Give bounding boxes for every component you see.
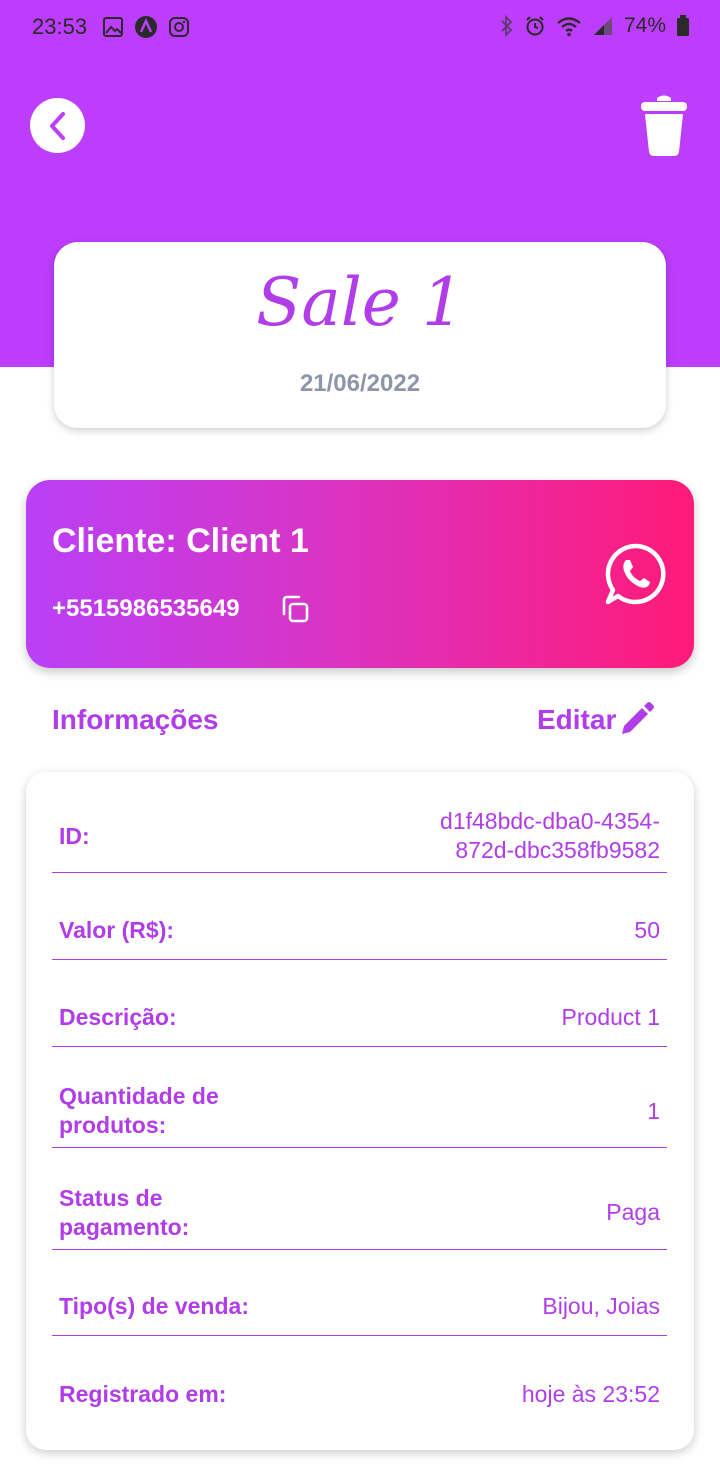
status-bar: 23:53 74% [0,0,720,56]
client-phone: +5515986535649 [52,595,240,622]
trash-icon [641,95,687,156]
info-value: Paga [606,1199,660,1225]
status-time: 23:53 [32,14,88,39]
info-row-quantidade: Quantidade de produtos: 1 [52,1047,667,1148]
pencil-icon [622,702,655,734]
sale-title: Sale 1 [256,264,464,341]
instagram-icon [169,17,189,37]
battery-percent: 74% [623,14,666,37]
bluetooth-icon [501,15,513,37]
info-value: 1 [647,1098,660,1124]
info-row-status: Status de pagamento: Paga [52,1148,667,1250]
delete-button[interactable] [640,94,688,158]
info-value: Bijou, Joias [542,1293,660,1319]
info-label: Quantidade de produtos: [59,1083,219,1138]
info-label: Descrição: [59,1004,177,1030]
sale-title-card: Sale 1 21/06/2022 [54,242,666,428]
info-label: Valor (R$): [59,917,175,943]
signal-icon [593,17,612,35]
wifi-icon [557,17,581,37]
whatsapp-icon[interactable] [604,542,668,606]
info-label: Registrado em: [59,1381,227,1407]
info-row-registrado: Registrado em: hoje às 23:52 [52,1336,667,1426]
info-row-descricao: Descrição: Product 1 [52,960,667,1047]
chevron-left-icon [49,111,65,140]
edit-label: Editar [537,704,617,735]
app-notification-icon [135,16,157,38]
info-section-title: Informações [52,704,219,735]
info-value: 50 [634,917,660,943]
info-card: ID: d1f48bdc-dba0-4354-872d-dbc358fb9582… [26,772,694,1450]
info-label: ID: [59,823,90,849]
info-row-tipo: Tipo(s) de venda: Bijou, Joias [52,1250,667,1336]
info-row-id: ID: d1f48bdc-dba0-4354-872d-dbc358fb9582 [52,802,667,873]
client-card: Cliente: Client 1 +5515986535649 [26,480,694,668]
info-value: d1f48bdc-dba0-4354-872d-dbc358fb9582 [440,808,660,863]
info-label: Status de pagamento: [59,1185,190,1240]
sale-date: 21/06/2022 [299,370,421,397]
client-name: Cliente: Client 1 [52,522,309,560]
info-value: hoje às 23:52 [521,1381,660,1407]
back-button[interactable] [30,98,85,153]
info-label: Tipo(s) de venda: [59,1293,249,1319]
gallery-notification-icon [103,17,123,37]
battery-icon [677,15,689,36]
info-row-valor: Valor (R$): 50 [52,873,667,960]
alarm-icon [526,16,544,36]
edit-button[interactable]: Editar [537,700,656,740]
copy-icon[interactable] [280,594,310,624]
info-value: Product 1 [561,1004,660,1030]
